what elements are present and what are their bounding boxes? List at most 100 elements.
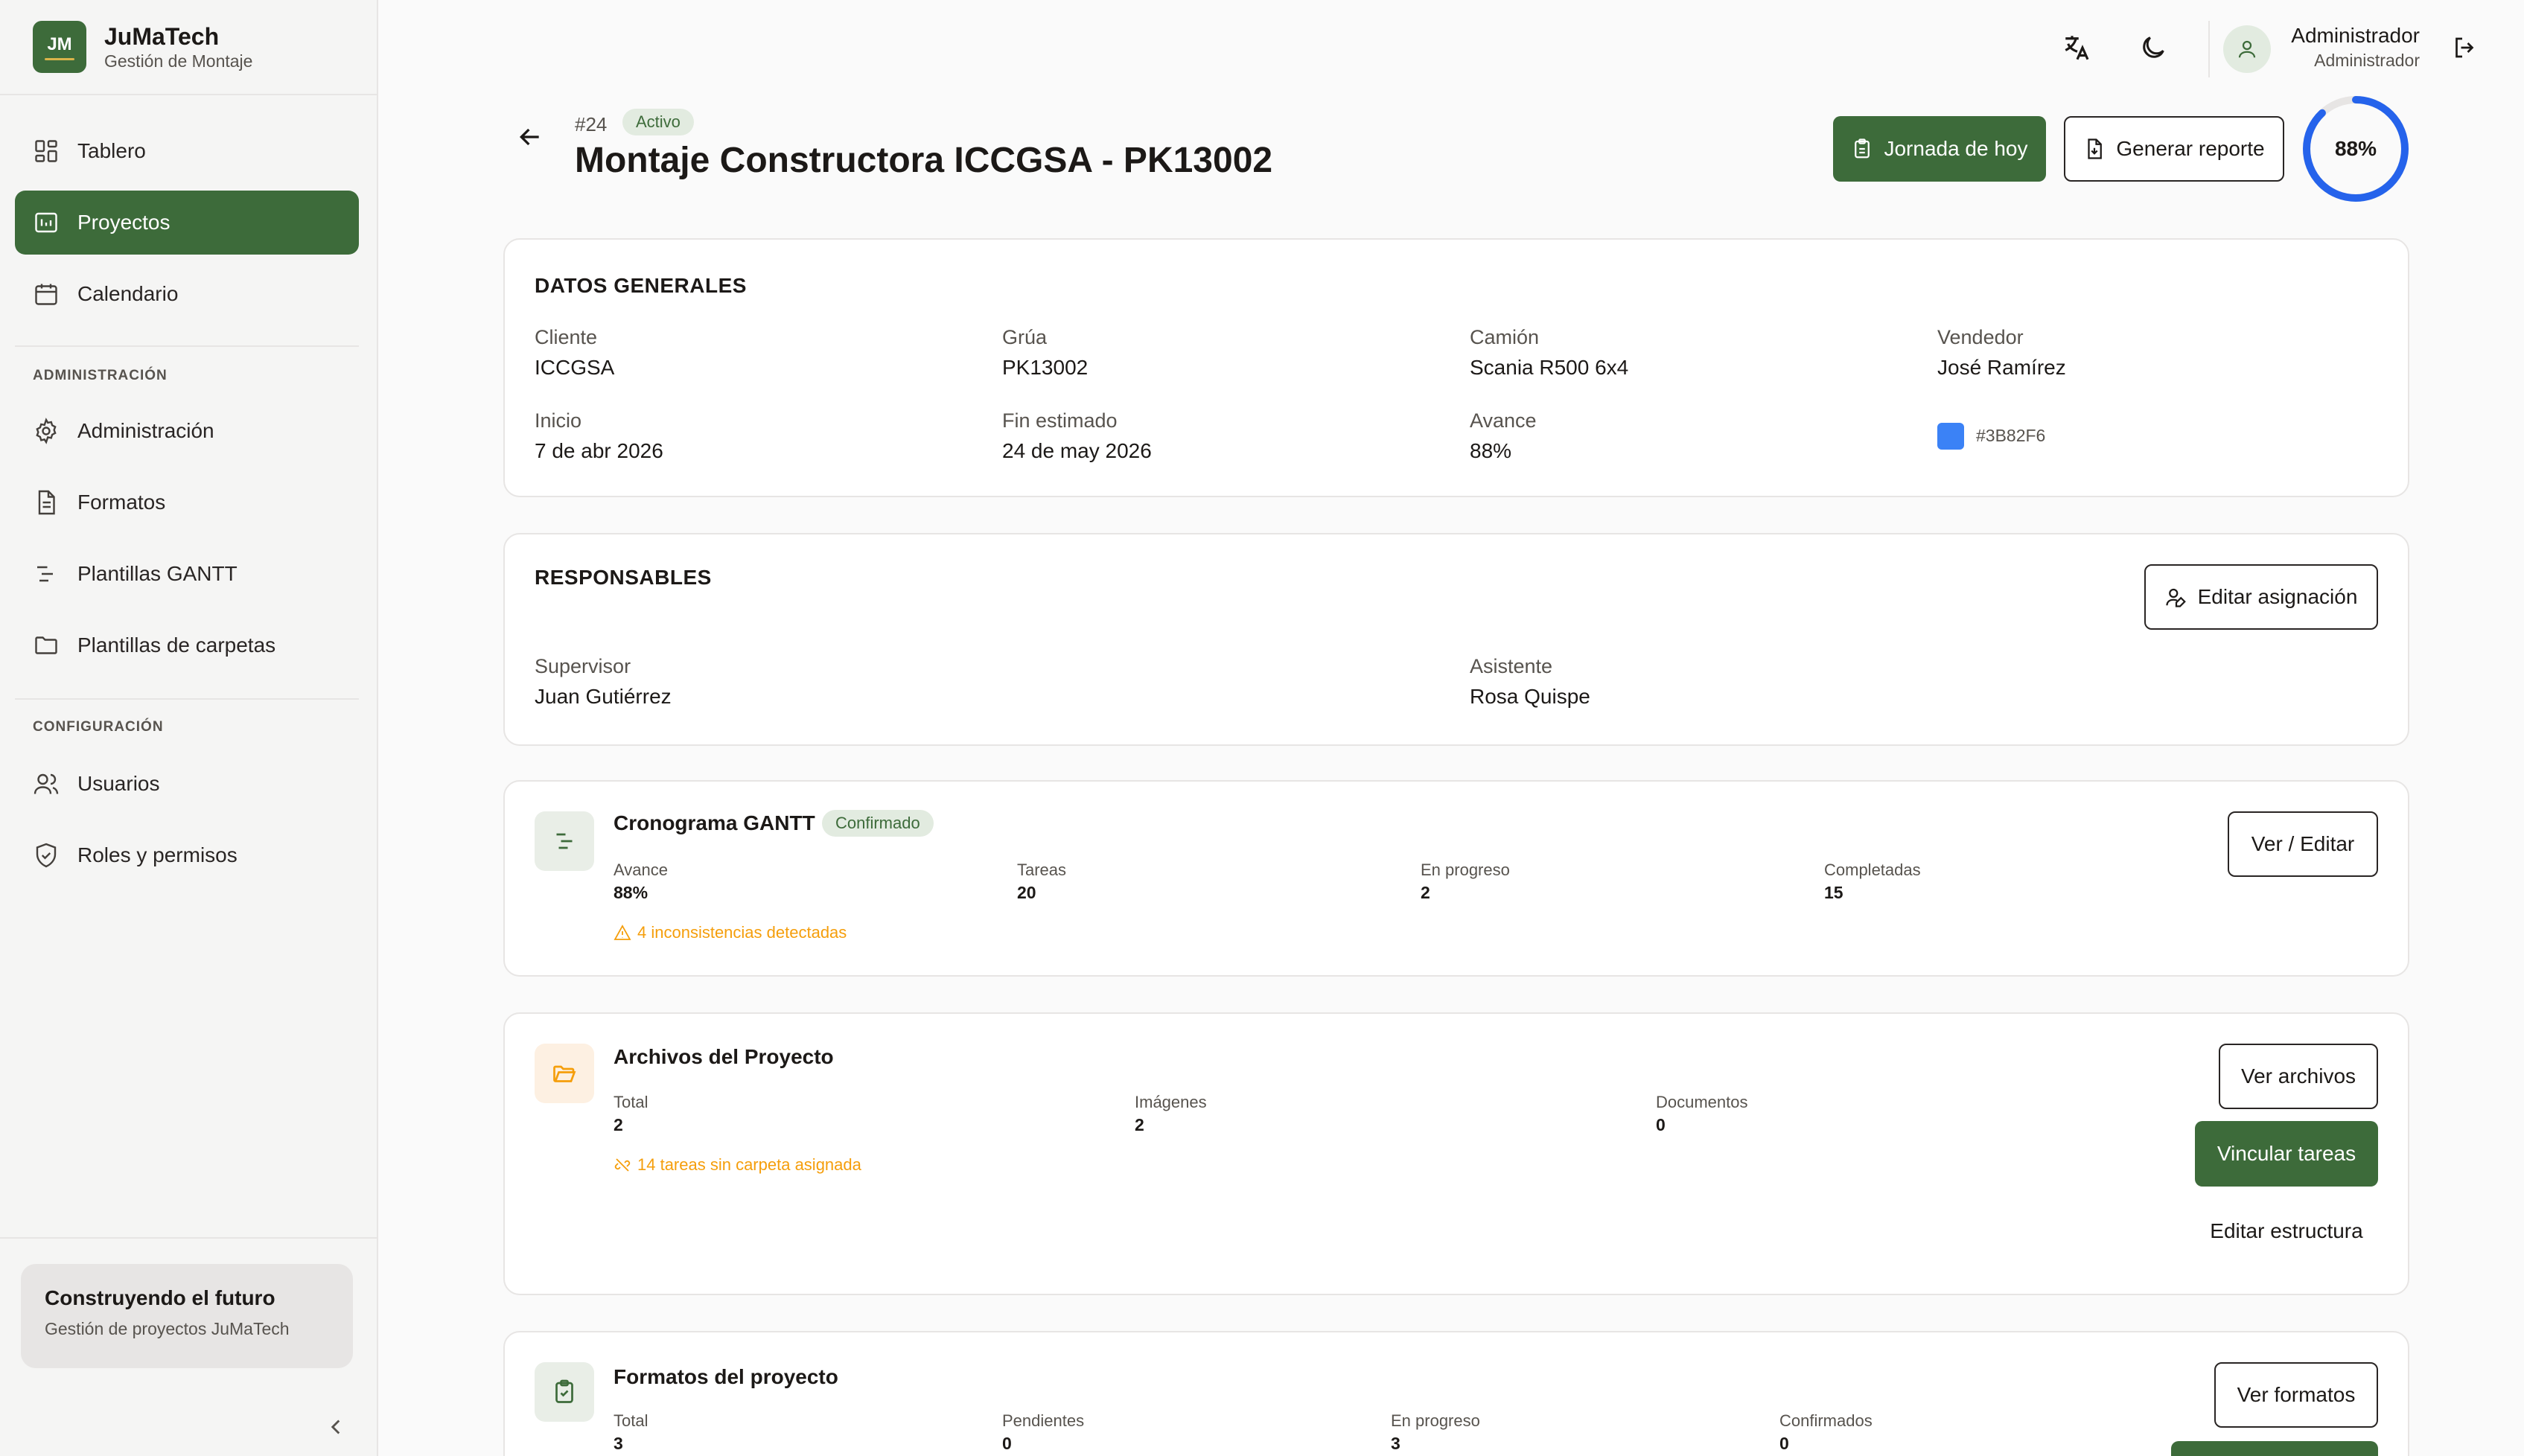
gantt-icon bbox=[556, 833, 573, 849]
stat-label: Total bbox=[614, 1093, 648, 1111]
stat-value: 2 bbox=[1421, 883, 1430, 902]
ver-archivos-button[interactable]: Ver archivos bbox=[2219, 1044, 2378, 1109]
field-label: Vendedor bbox=[1937, 326, 2024, 348]
theme-toggle-button[interactable] bbox=[2135, 30, 2171, 66]
clipboard-icon bbox=[1855, 138, 1870, 159]
stat-label: Documentos bbox=[1656, 1093, 1748, 1111]
avatar[interactable] bbox=[2223, 25, 2271, 73]
supervisor-label: Supervisor bbox=[535, 655, 631, 677]
sidebar-item-formatos[interactable]: Formatos bbox=[15, 470, 359, 534]
formatos-icon-box bbox=[535, 1362, 594, 1422]
stat-value: 0 bbox=[1779, 1434, 1789, 1453]
sidebar: JM JuMaTech Gestión de Montaje Tablero P… bbox=[0, 0, 378, 1456]
sidebar-item-usuarios[interactable]: Usuarios bbox=[15, 752, 359, 816]
responsables-card: RESPONSABLES Editar asignación Superviso… bbox=[503, 533, 2409, 746]
formatos-primary-button[interactable] bbox=[2171, 1441, 2378, 1456]
stat-value: 0 bbox=[1656, 1115, 1666, 1134]
dashboard-icon bbox=[35, 140, 57, 162]
brand-initials: JM bbox=[47, 33, 72, 54]
ver-editar-gantt-button[interactable]: Ver / Editar bbox=[2228, 811, 2378, 877]
field-label: Avance bbox=[1470, 409, 1537, 432]
button-label: Jornada de hoy bbox=[1884, 137, 2028, 160]
stat-label: Total bbox=[614, 1411, 648, 1430]
sidebar-item-label: Formatos bbox=[77, 491, 166, 514]
gear-icon bbox=[36, 418, 57, 444]
archivos-card: Archivos del Proyecto Total 2 Imágenes 2… bbox=[503, 1012, 2409, 1295]
translate-icon bbox=[2065, 36, 2089, 60]
stat-label: Imágenes bbox=[1135, 1093, 1207, 1111]
sidebar-item-plantillas-gantt[interactable]: Plantillas GANTT bbox=[15, 542, 359, 606]
field-value: 88% bbox=[1470, 439, 1512, 462]
gantt-status-badge: Confirmado bbox=[822, 810, 934, 837]
admin-nav: Administración Formatos Plantillas GANTT… bbox=[15, 399, 359, 685]
warning-text: 4 inconsistencias detectadas bbox=[637, 923, 847, 942]
vincular-tareas-button[interactable]: Vincular tareas bbox=[2195, 1121, 2378, 1187]
jornada-hoy-button[interactable]: Jornada de hoy bbox=[1833, 116, 2046, 182]
gantt-card: Cronograma GANTT Confirmado Avance 88% T… bbox=[503, 780, 2409, 977]
nav-section-config: CONFIGURACIÓN bbox=[33, 719, 164, 735]
stat-value: 3 bbox=[1391, 1434, 1400, 1453]
gantt-icon bbox=[37, 566, 53, 582]
editar-asignacion-button[interactable]: Editar asignación bbox=[2144, 564, 2378, 630]
field-label: Inicio bbox=[535, 409, 582, 432]
stat-label: Avance bbox=[614, 860, 668, 879]
user-edit-icon bbox=[2165, 588, 2186, 607]
page-title: Montaje Constructora ICCGSA - PK13002 bbox=[575, 141, 1273, 180]
sidebar-item-tablero[interactable]: Tablero bbox=[15, 119, 359, 183]
sidebar-item-administracion[interactable]: Administración bbox=[15, 399, 359, 463]
brand-name: JuMaTech bbox=[104, 23, 220, 50]
field-label: Grúa bbox=[1002, 326, 1048, 348]
stat-label: En progreso bbox=[1391, 1411, 1480, 1430]
stat-value: 0 bbox=[1002, 1434, 1012, 1453]
ver-formatos-button[interactable]: Ver formatos bbox=[2214, 1362, 2378, 1428]
stat-value: 2 bbox=[1135, 1115, 1144, 1134]
status-badge: Activo bbox=[622, 109, 694, 135]
sidebar-item-plantillas-carpetas[interactable]: Plantillas de carpetas bbox=[15, 613, 359, 677]
users-icon bbox=[34, 773, 59, 794]
back-arrow-icon[interactable] bbox=[515, 122, 545, 152]
moon-icon bbox=[2143, 36, 2164, 58]
shield-icon bbox=[36, 843, 57, 868]
stat-label: Tareas bbox=[1017, 860, 1067, 879]
document-icon bbox=[38, 490, 55, 515]
sidebar-item-label: Proyectos bbox=[77, 211, 171, 234]
archivos-warning: 14 tareas sin carpeta asignada bbox=[614, 1155, 861, 1175]
config-nav: Usuarios Roles y permisos bbox=[15, 752, 359, 895]
button-label: Vincular tareas bbox=[2217, 1142, 2356, 1165]
sidebar-item-label: Plantillas GANTT bbox=[77, 562, 238, 585]
stat-label: Pendientes bbox=[1002, 1411, 1085, 1430]
editar-estructura-button[interactable]: Editar estructura bbox=[2195, 1198, 2378, 1264]
sidebar-item-calendario[interactable]: Calendario bbox=[15, 262, 359, 326]
logout-button[interactable] bbox=[2447, 30, 2482, 66]
field-value: Scania R500 6x4 bbox=[1470, 356, 1629, 379]
brand[interactable]: JM JuMaTech Gestión de Montaje bbox=[33, 21, 252, 73]
promo-subtitle: Gestión de proyectos JuMaTech bbox=[45, 1319, 290, 1338]
folder-open-icon bbox=[553, 1065, 576, 1082]
button-label: Ver formatos bbox=[2237, 1383, 2356, 1406]
file-download-icon bbox=[2088, 138, 2103, 159]
sidebar-item-roles[interactable]: Roles y permisos bbox=[15, 823, 359, 887]
assistant-name: Rosa Quispe bbox=[1470, 685, 1590, 708]
sidebar-item-label: Administración bbox=[77, 419, 214, 442]
user-role: Administrador bbox=[2314, 51, 2420, 70]
warning-icon bbox=[614, 925, 631, 940]
button-label: Editar estructura bbox=[2210, 1219, 2363, 1242]
user-icon bbox=[2238, 40, 2256, 58]
field-label: Camión bbox=[1470, 326, 1540, 348]
generar-reporte-button[interactable]: Generar reporte bbox=[2064, 116, 2284, 182]
project-number: #24 bbox=[575, 113, 608, 135]
sidebar-item-label: Tablero bbox=[77, 139, 146, 162]
field-value: ICCGSA bbox=[535, 356, 615, 379]
sidebar-item-proyectos[interactable]: Proyectos bbox=[15, 191, 359, 255]
translate-button[interactable] bbox=[2059, 30, 2095, 66]
sidebar-item-label: Usuarios bbox=[77, 772, 160, 795]
supervisor-name: Juan Gutiérrez bbox=[535, 685, 672, 708]
chevron-left-icon[interactable] bbox=[323, 1414, 348, 1440]
logout-icon bbox=[2456, 37, 2474, 58]
sidebar-promo-card: Construyendo el futuro Gestión de proyec… bbox=[21, 1264, 353, 1368]
unlink-icon bbox=[614, 1158, 631, 1172]
button-label: Generar reporte bbox=[2116, 137, 2265, 160]
color-swatch bbox=[1937, 423, 1964, 450]
brand-subtitle: Gestión de Montaje bbox=[104, 51, 253, 71]
gantt-title: Cronograma GANTT bbox=[614, 811, 815, 834]
